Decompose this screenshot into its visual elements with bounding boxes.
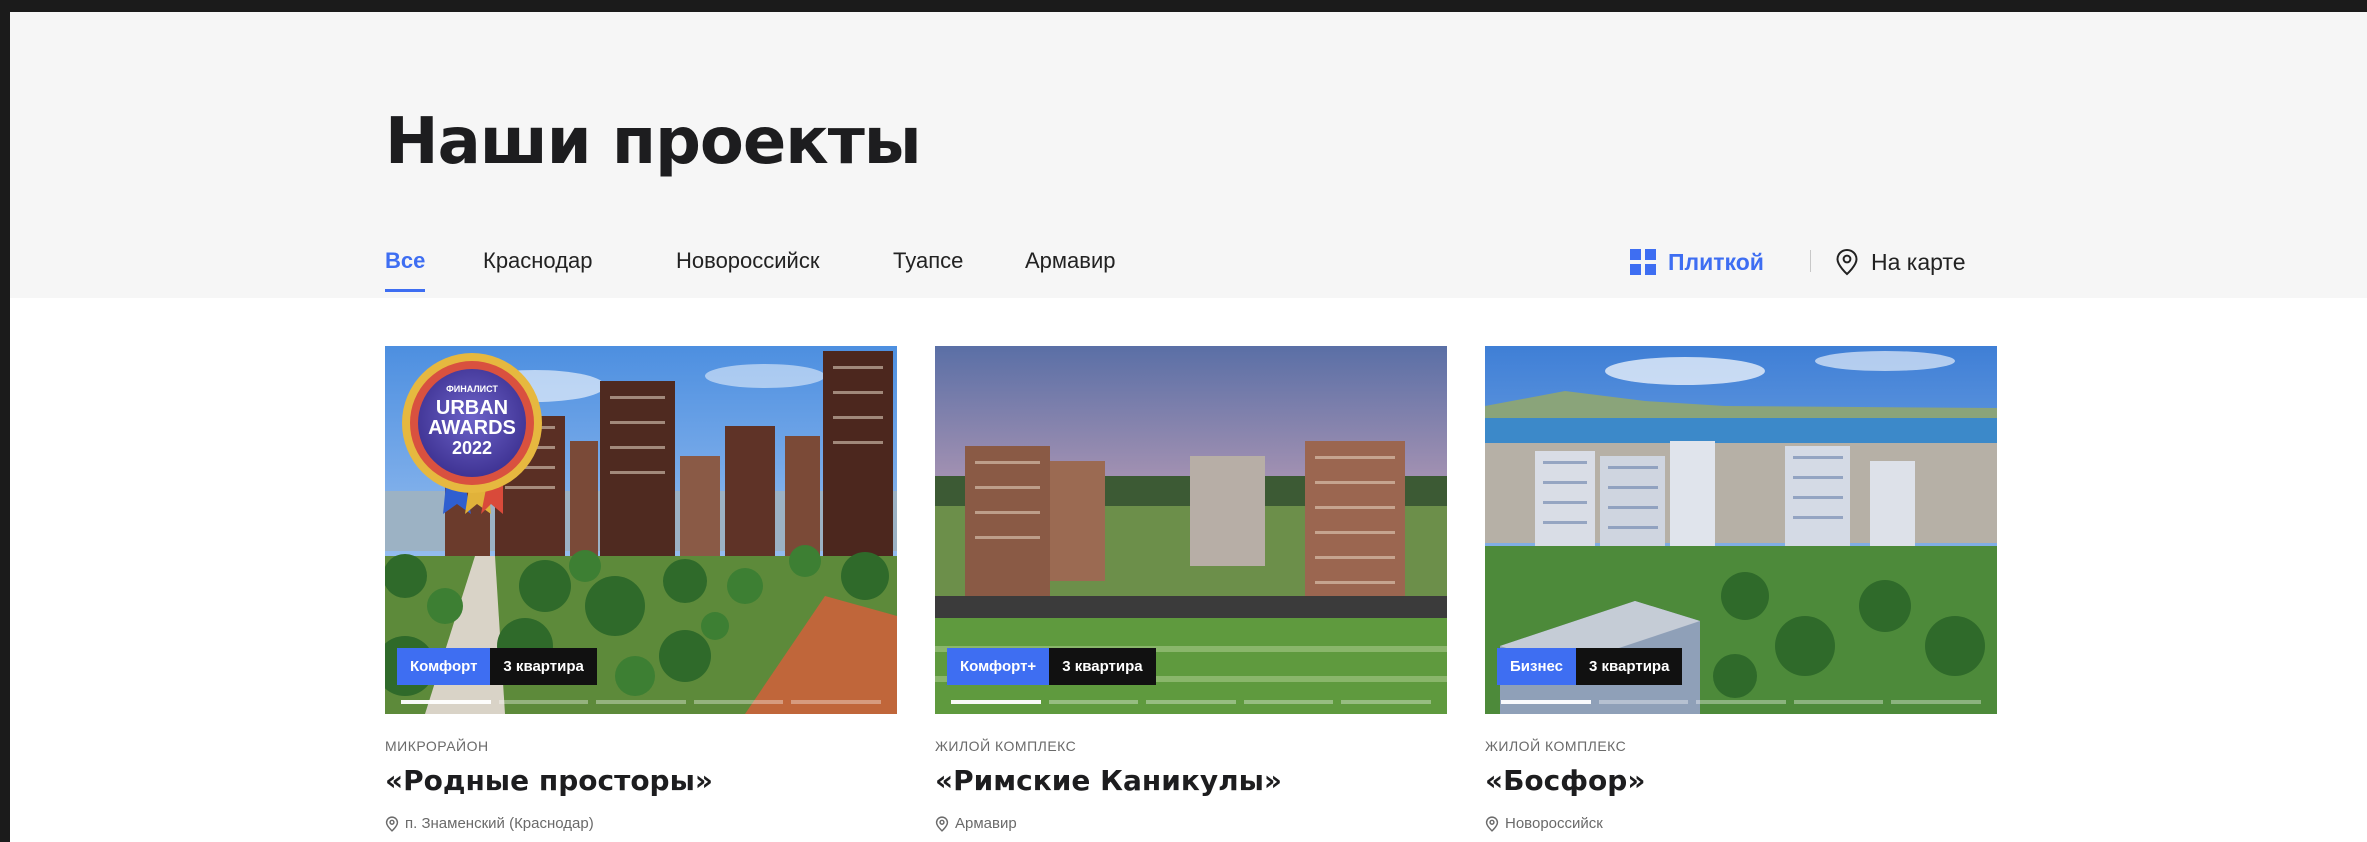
- project-name[interactable]: «Римские Каникулы»: [935, 764, 1447, 797]
- project-location: п. Знаменский (Краснодар): [385, 815, 897, 832]
- slider-dot[interactable]: [1696, 700, 1786, 704]
- view-divider: [1810, 250, 1811, 272]
- project-image[interactable]: ФИНАЛИСТ URBAN AWARDS 2022 Комфорт 3 ква…: [385, 346, 897, 714]
- project-card-bosfor[interactable]: Бизнес 3 квартира Жилой комплекс «Босфор…: [1485, 346, 1997, 832]
- project-name[interactable]: «Родные просторы»: [385, 764, 897, 797]
- project-name[interactable]: «Босфор»: [1485, 764, 1997, 797]
- card-badges: Комфорт 3 квартира: [397, 648, 597, 685]
- slider-dot[interactable]: [791, 700, 881, 704]
- tile-view-label: Плиткой: [1668, 248, 1764, 275]
- slider-dot[interactable]: [1146, 700, 1236, 704]
- slider-dot[interactable]: [1501, 700, 1591, 704]
- location-text: Новороссийск: [1505, 815, 1603, 832]
- award-line4: 2022: [452, 438, 492, 458]
- award-line3: AWARDS: [428, 417, 516, 439]
- project-type: Жилой комплекс: [935, 738, 1077, 754]
- tab-all[interactable]: Все: [385, 248, 426, 292]
- page-title: Наши проекты: [385, 105, 922, 179]
- location-pin-icon: [935, 815, 949, 832]
- slider-dot[interactable]: [1048, 700, 1139, 704]
- card-badges: Бизнес 3 квартира: [1497, 648, 1683, 685]
- location-pin-icon: [1485, 815, 1499, 832]
- location-pin-icon: [385, 815, 399, 832]
- grid-icon: [1630, 249, 1656, 275]
- project-card-rimskie-kanikuly[interactable]: Комфорт+ 3 квартира Жилой комплекс «Римс…: [935, 346, 1447, 832]
- award-line2: URBAN: [436, 397, 508, 419]
- slider-dot[interactable]: [1793, 700, 1884, 704]
- slider-dot[interactable]: [498, 700, 589, 704]
- quarter-badge: 3 квартира: [1049, 648, 1156, 685]
- map-view-label: На карте: [1871, 248, 1966, 275]
- project-location: Новороссийск: [1485, 815, 1997, 832]
- project-image[interactable]: Бизнес 3 квартира: [1485, 346, 1997, 714]
- map-view-button[interactable]: На карте: [1835, 242, 1966, 282]
- slider-dot[interactable]: [951, 700, 1041, 704]
- award-line1: ФИНАЛИСТ: [446, 384, 498, 394]
- project-image[interactable]: Комфорт+ 3 квартира: [935, 346, 1447, 714]
- tile-view-button[interactable]: Плиткой: [1630, 242, 1764, 282]
- project-location: Армавир: [935, 815, 1447, 832]
- quarter-badge: 3 квартира: [1576, 648, 1683, 685]
- location-text: п. Знаменский (Краснодар): [405, 815, 594, 832]
- class-badge: Комфорт: [397, 648, 491, 685]
- slider-dots: [401, 700, 881, 704]
- card-badges: Комфорт+ 3 квартира: [947, 648, 1156, 685]
- slider-dot[interactable]: [401, 700, 491, 704]
- quarter-badge: 3 квартира: [490, 648, 597, 685]
- class-badge: Комфорт+: [947, 648, 1050, 685]
- slider-dot[interactable]: [1243, 700, 1334, 704]
- project-type: Жилой комплекс: [1485, 738, 1627, 754]
- slider-dots: [1501, 700, 1981, 704]
- slider-dot[interactable]: [1598, 700, 1689, 704]
- page: Наши проекты Все Краснодар Новороссийск …: [10, 12, 2367, 842]
- header-background: [10, 12, 2367, 298]
- tab-krasnodar[interactable]: Краснодар: [483, 248, 593, 274]
- slider-dot[interactable]: [596, 700, 686, 704]
- map-pin-icon: [1835, 248, 1859, 276]
- slider-dot[interactable]: [1891, 700, 1981, 704]
- slider-dots: [951, 700, 1431, 704]
- slider-dot[interactable]: [1341, 700, 1431, 704]
- slider-dot[interactable]: [693, 700, 784, 704]
- tab-tuapse[interactable]: Туапсе: [893, 248, 963, 274]
- location-text: Армавир: [955, 815, 1017, 832]
- class-badge: Бизнес: [1497, 648, 1577, 685]
- project-type: Микрорайон: [385, 738, 489, 754]
- tab-novorossiysk[interactable]: Новороссийск: [676, 248, 819, 274]
- tab-armavir[interactable]: Армавир: [1025, 248, 1115, 274]
- project-card-rodnye-prostory[interactable]: ФИНАЛИСТ URBAN AWARDS 2022 Комфорт 3 ква…: [385, 346, 897, 832]
